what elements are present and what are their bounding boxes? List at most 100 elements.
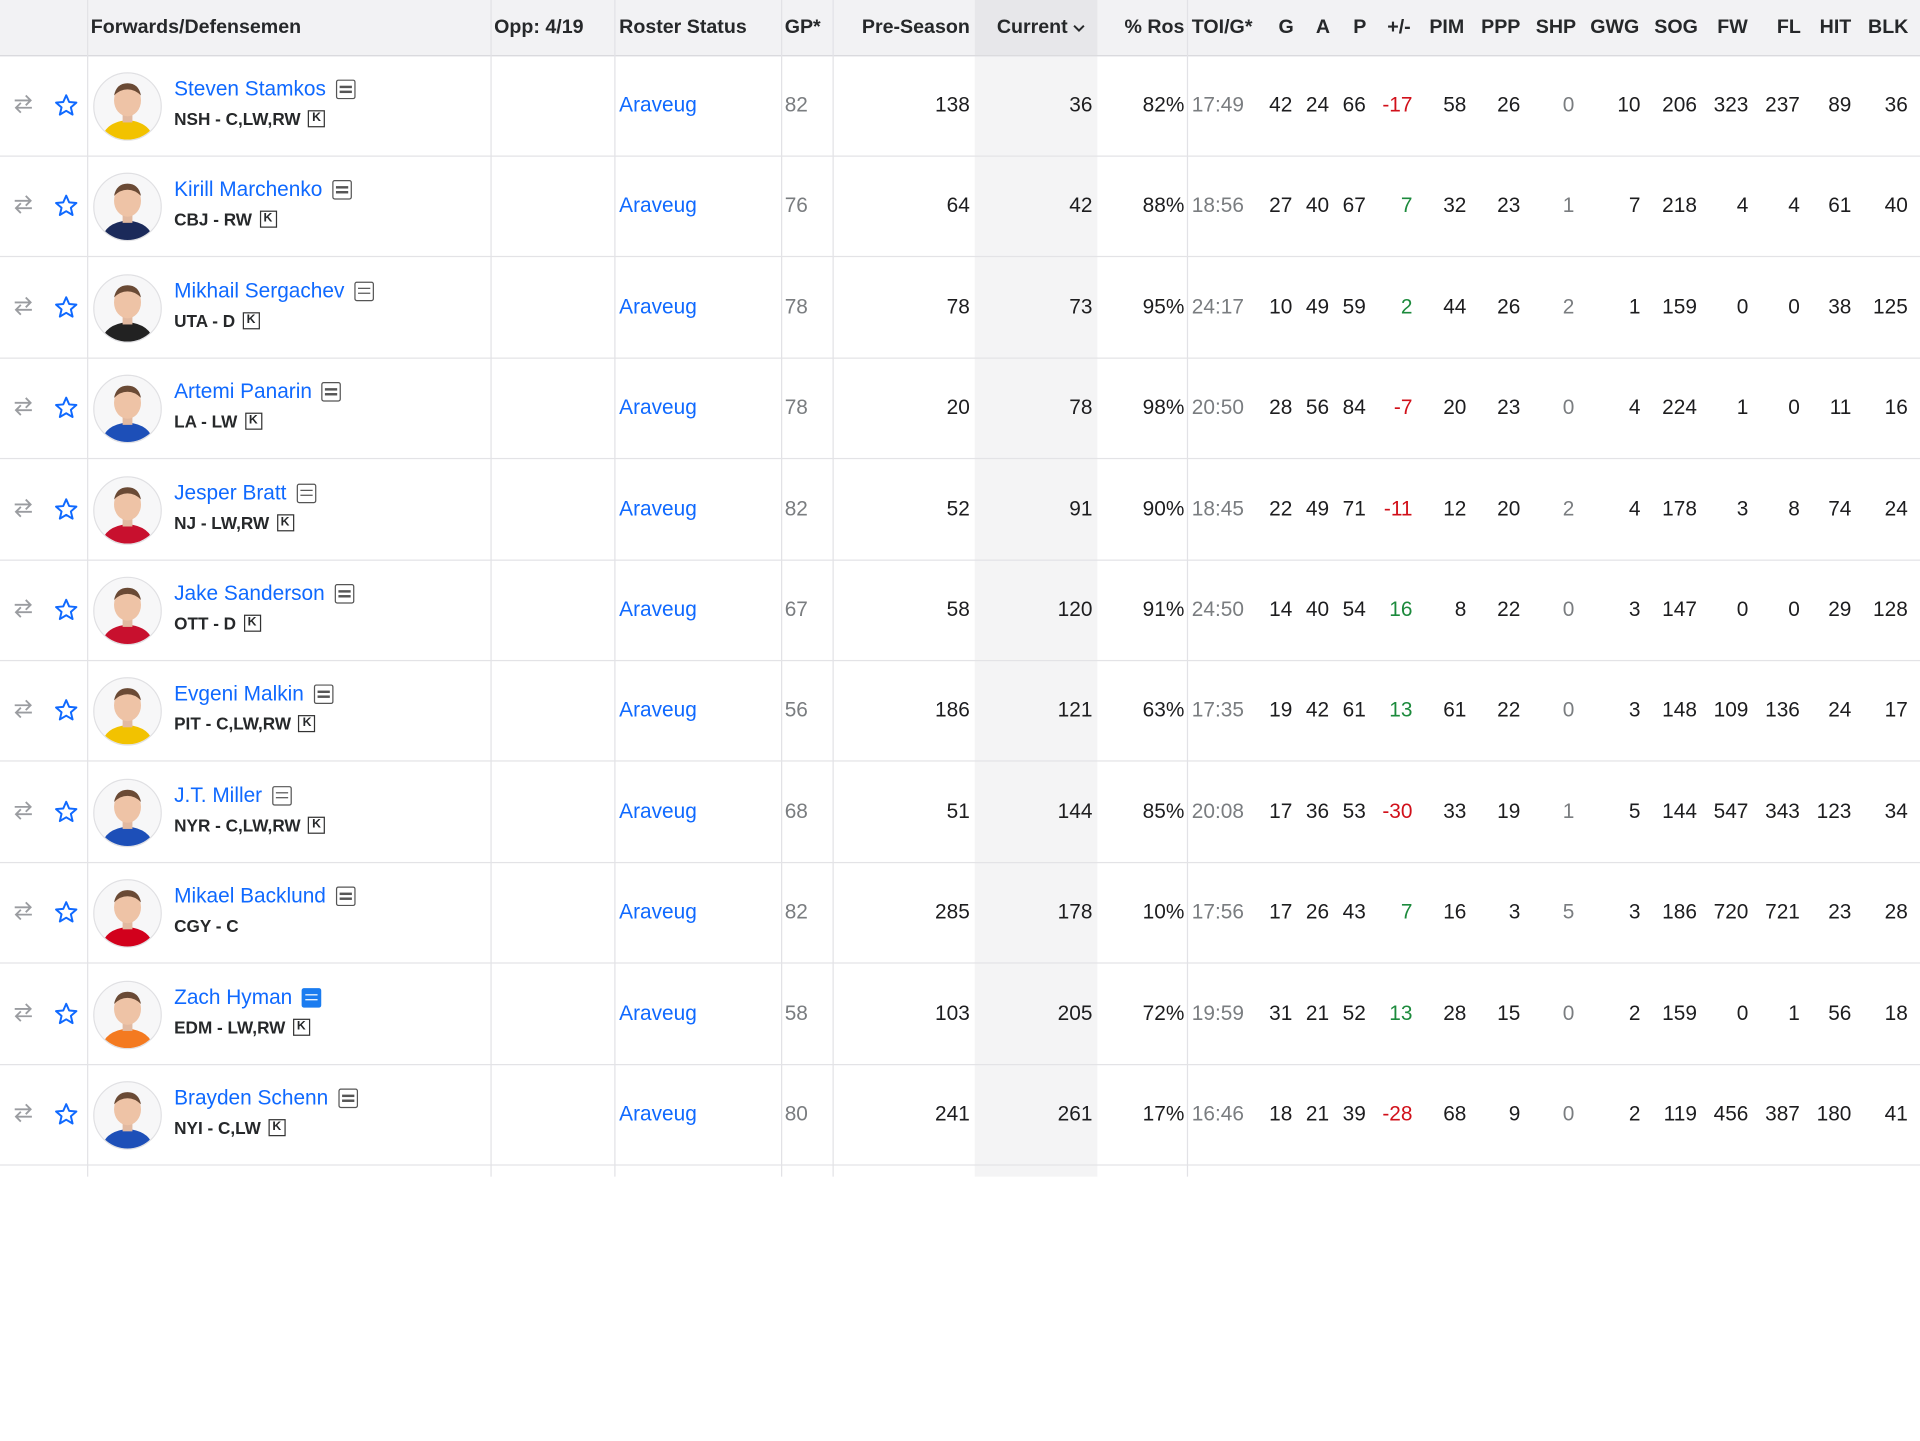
player-name-link[interactable]: Artemi Panarin	[174, 380, 342, 404]
swap-arrows-icon[interactable]	[12, 295, 34, 317]
player-name-link[interactable]: Zach Hyman	[174, 985, 322, 1009]
swap-arrows-icon[interactable]	[12, 396, 34, 418]
plus-minus-cell: 2	[1400, 294, 1413, 319]
swap-arrows-icon[interactable]	[12, 194, 34, 216]
player-team-position: NSH - C,LW,RW K	[174, 109, 326, 129]
roster-status-link[interactable]: Araveug	[619, 55, 778, 155]
swap-arrows-icon[interactable]	[12, 93, 34, 115]
notes-icon[interactable]	[296, 483, 316, 503]
player-headshot[interactable]	[93, 72, 162, 141]
player-headshot[interactable]	[93, 677, 162, 747]
header-current[interactable]: Current	[997, 0, 1085, 55]
header-fl[interactable]: FL	[1770, 0, 1807, 55]
header-ppp[interactable]: PPP	[1476, 0, 1525, 55]
swap-arrows-icon[interactable]	[12, 497, 34, 519]
player-name-link[interactable]: Steven Stamkos	[174, 77, 356, 101]
player-headshot[interactable]	[93, 1081, 162, 1150]
swap-arrows-icon[interactable]	[12, 598, 34, 620]
star-icon[interactable]	[54, 799, 79, 823]
star-icon[interactable]	[54, 698, 79, 722]
header-gp[interactable]: GP*	[785, 0, 821, 55]
star-icon[interactable]	[54, 295, 79, 319]
notes-icon[interactable]	[302, 987, 322, 1008]
player-name-link[interactable]: Jake Sanderson	[174, 582, 355, 606]
table-row: Jake Sanderson OTT - D K Araveug 67 58 120 91% 2…	[0, 560, 1920, 662]
roster-status-link[interactable]: Araveug	[619, 459, 778, 559]
header-gwg[interactable]: GWG	[1589, 0, 1640, 55]
player-headshot[interactable]	[93, 980, 162, 1049]
pim-cell: 33	[1443, 799, 1467, 823]
hits-cell: 89	[1828, 93, 1852, 117]
roster-status-link[interactable]: Araveug	[619, 358, 778, 458]
notes-icon[interactable]	[354, 281, 374, 301]
player-headshot[interactable]	[93, 274, 162, 343]
header-shp[interactable]: SHP	[1533, 0, 1580, 55]
star-icon[interactable]	[54, 1102, 79, 1126]
header-roster-status[interactable]: Roster Status	[619, 0, 747, 55]
pct-rostered-cell: 10%	[1142, 900, 1185, 924]
header-players[interactable]: Forwards/Defensemen	[91, 0, 301, 55]
player-name-link[interactable]: Mikael Backlund	[174, 884, 356, 908]
star-icon[interactable]	[54, 900, 79, 924]
player-name-link[interactable]: Evgeni Malkin	[174, 682, 334, 706]
notes-icon[interactable]	[321, 382, 342, 402]
star-icon[interactable]	[54, 598, 79, 622]
header-pct-ros[interactable]: % Ros	[1097, 0, 1184, 55]
swap-arrows-icon[interactable]	[12, 1102, 34, 1124]
roster-status-link[interactable]: Araveug	[619, 963, 778, 1063]
table-row: Mikhail Sergachev UTA - D K Araveug 78 78 73 95…	[0, 257, 1920, 359]
header-fw[interactable]: FW	[1712, 0, 1754, 55]
goals-cell: 42	[1269, 93, 1293, 117]
roster-status-link[interactable]: Araveug	[619, 761, 778, 861]
swap-arrows-icon[interactable]	[12, 799, 34, 821]
player-headshot[interactable]	[93, 778, 162, 848]
header-opp[interactable]: Opp: 4/19	[494, 0, 583, 55]
header-a[interactable]: A	[1305, 0, 1342, 55]
swap-arrows-icon[interactable]	[12, 698, 34, 720]
swap-arrows-icon[interactable]	[12, 900, 34, 922]
star-icon[interactable]	[54, 497, 79, 521]
roster-status-link[interactable]: Araveug	[619, 156, 778, 256]
roster-status-link[interactable]: Araveug	[619, 660, 778, 760]
star-icon[interactable]	[54, 396, 79, 420]
player-name-link[interactable]: Kirill Marchenko	[174, 178, 352, 202]
header-p[interactable]: P	[1341, 0, 1378, 55]
header-plus-minus[interactable]: +/-	[1378, 0, 1420, 55]
notes-icon[interactable]	[335, 886, 356, 907]
player-name-link[interactable]: Brayden Schenn	[174, 1086, 358, 1110]
header-blk[interactable]: BLK	[1866, 0, 1910, 55]
gwg-cell: 3	[1628, 900, 1641, 924]
roster-status-link[interactable]: Araveug	[619, 257, 778, 357]
roster-status-link[interactable]: Araveug	[619, 862, 778, 962]
notes-icon[interactable]	[335, 79, 356, 100]
header-g[interactable]: G	[1268, 0, 1305, 55]
notes-icon[interactable]	[332, 180, 352, 201]
star-icon[interactable]	[54, 93, 79, 117]
notes-icon[interactable]	[338, 1088, 358, 1109]
header-toi[interactable]: TOI/G*	[1192, 0, 1253, 55]
star-icon[interactable]	[54, 194, 79, 218]
player-headshot[interactable]	[93, 374, 162, 444]
player-name-link[interactable]: Mikhail Sergachev	[174, 279, 374, 303]
header-pim[interactable]: PIM	[1422, 0, 1471, 55]
player-name-link[interactable]: J.T. Miller	[174, 783, 292, 807]
header-sog[interactable]: SOG	[1653, 0, 1700, 55]
roster-status-link[interactable]: Araveug	[619, 560, 778, 660]
header-preseason[interactable]: Pre-Season	[834, 0, 970, 55]
star-icon[interactable]	[54, 1001, 79, 1025]
player-name-link[interactable]: Jesper Bratt	[174, 481, 316, 505]
player-name: Mikhail Sergachev	[174, 278, 345, 303]
assists-cell: 26	[1305, 900, 1330, 924]
player-headshot[interactable]	[93, 879, 162, 948]
notes-icon[interactable]	[313, 684, 334, 705]
player-headshot[interactable]	[93, 475, 162, 545]
notes-icon[interactable]	[271, 785, 292, 806]
swap-arrows-icon[interactable]	[12, 1001, 34, 1023]
pim-cell: 61	[1443, 698, 1467, 722]
player-headshot[interactable]	[93, 576, 162, 646]
player-headshot[interactable]	[93, 173, 162, 242]
ppp-cell: 15	[1497, 1001, 1521, 1025]
notes-icon[interactable]	[334, 584, 355, 604]
roster-status-link[interactable]: Araveug	[619, 1064, 778, 1164]
header-hit[interactable]: HIT	[1815, 0, 1857, 55]
